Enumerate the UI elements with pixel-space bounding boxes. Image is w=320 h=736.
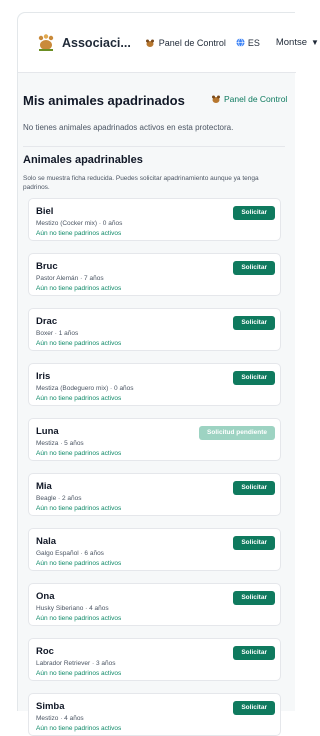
animal-status: Aún no tiene padrinos activos <box>36 340 122 347</box>
animal-meta: Mestizo · 4 años <box>36 715 84 722</box>
nav-panel-label: Panel de Control <box>158 37 226 48</box>
animal-card: Drac Boxer · 1 años Aún no tiene padrino… <box>28 308 281 351</box>
section-note: Solo se muestra ficha reducida. Puedes s… <box>23 175 259 191</box>
animal-status: Aún no tiene padrinos activos <box>36 395 122 402</box>
language-selector[interactable]: ES <box>236 38 260 48</box>
animal-card: Bruc Pastor Alemán · 7 años Aún no tiene… <box>28 253 281 296</box>
animal-status: Aún no tiene padrinos activos <box>36 230 122 237</box>
animal-name: Ona <box>36 591 55 602</box>
animal-card: Biel Mestizo (Cocker mix) · 0 años Aún n… <box>28 198 281 241</box>
animal-name: Mia <box>36 481 52 492</box>
paw-logo-icon[interactable] <box>36 33 56 53</box>
user-menu[interactable]: Montse ▼ <box>276 37 319 48</box>
globe-icon <box>236 38 245 47</box>
animal-name: Iris <box>36 371 51 382</box>
animal-card: Simba Mestizo · 4 años Aún no tiene padr… <box>28 693 281 736</box>
animal-meta: Husky Siberiano · 4 años <box>36 605 109 612</box>
animal-name: Drac <box>36 316 58 327</box>
panel-control-label: Panel de Control <box>224 94 288 104</box>
animal-name: Bruc <box>36 261 58 272</box>
request-button[interactable]: Solicitar <box>233 371 275 385</box>
request-button[interactable]: Solicitar <box>233 536 275 550</box>
nav-panel-link[interactable]: Panel de Control <box>145 38 226 48</box>
chevron-down-icon: ▼ <box>311 38 319 47</box>
animal-name: Biel <box>36 206 54 217</box>
section-title: Animales apadrinables <box>23 154 143 166</box>
animal-meta: Galgo Español · 6 años <box>36 550 104 557</box>
animal-card: Roc Labrador Retriever · 3 años Aún no t… <box>28 638 281 681</box>
animal-status: Aún no tiene padrinos activos <box>36 450 122 457</box>
animal-card: Nala Galgo Español · 6 años Aún no tiene… <box>28 528 281 571</box>
animal-card: Mia Beagle · 2 años Aún no tiene padrino… <box>28 473 281 516</box>
request-button[interactable]: Solicitar <box>233 481 275 495</box>
section-divider <box>23 146 285 147</box>
request-button[interactable]: Solicitar <box>233 591 275 605</box>
top-navbar: Associaci... Panel de Control ES Montse … <box>18 13 319 73</box>
page-title: Mis animales apadrinados <box>23 93 185 108</box>
animal-card: Iris Mestiza (Bodeguero mix) · 0 años Aú… <box>28 363 281 406</box>
animal-name: Simba <box>36 701 65 712</box>
brand-name[interactable]: Associaci... <box>62 36 131 50</box>
language-label: ES <box>247 37 260 48</box>
animal-status: Aún no tiene padrinos activos <box>36 670 122 677</box>
user-name: Montse <box>275 37 308 48</box>
animal-meta: Beagle · 2 años <box>36 495 82 502</box>
animal-card: Luna Mestiza · 5 años Aún no tiene padri… <box>28 418 281 461</box>
app-frame: Associaci... Panel de Control ES Montse … <box>17 12 319 736</box>
animal-status: Aún no tiene padrinos activos <box>36 725 122 732</box>
empty-state-message: No tienes animales apadrinados activos e… <box>23 123 234 132</box>
animal-status: Aún no tiene padrinos activos <box>36 560 122 567</box>
request-button[interactable]: Solicitar <box>233 701 275 715</box>
animal-card: Ona Husky Siberiano · 4 años Aún no tien… <box>28 583 281 626</box>
animal-meta: Pastor Alemán · 7 años <box>36 275 104 282</box>
request-button[interactable]: Solicitar <box>233 261 275 275</box>
request-button[interactable]: Solicitar <box>233 646 275 660</box>
animal-status: Aún no tiene padrinos activos <box>36 615 122 622</box>
animal-meta: Boxer · 1 años <box>36 330 79 337</box>
animal-meta: Mestiza (Bodeguero mix) · 0 años <box>36 385 134 392</box>
request-button[interactable]: Solicitar <box>233 206 275 220</box>
animal-status: Aún no tiene padrinos activos <box>36 285 122 292</box>
dog-icon <box>212 95 220 103</box>
animal-meta: Mestiza · 5 años <box>36 440 84 447</box>
dog-icon <box>145 39 154 47</box>
request-button[interactable]: Solicitar <box>233 316 275 330</box>
animal-meta: Mestizo (Cocker mix) · 0 años <box>36 220 123 227</box>
panel-control-link[interactable]: Panel de Control <box>211 94 287 104</box>
animal-name: Luna <box>36 426 59 437</box>
animal-meta: Labrador Retriever · 3 años <box>36 660 116 667</box>
request-pending-button[interactable]: Solicitud pendiente <box>199 426 275 440</box>
animal-name: Roc <box>36 646 54 657</box>
animal-status: Aún no tiene padrinos activos <box>36 505 122 512</box>
animal-name: Nala <box>36 536 57 547</box>
